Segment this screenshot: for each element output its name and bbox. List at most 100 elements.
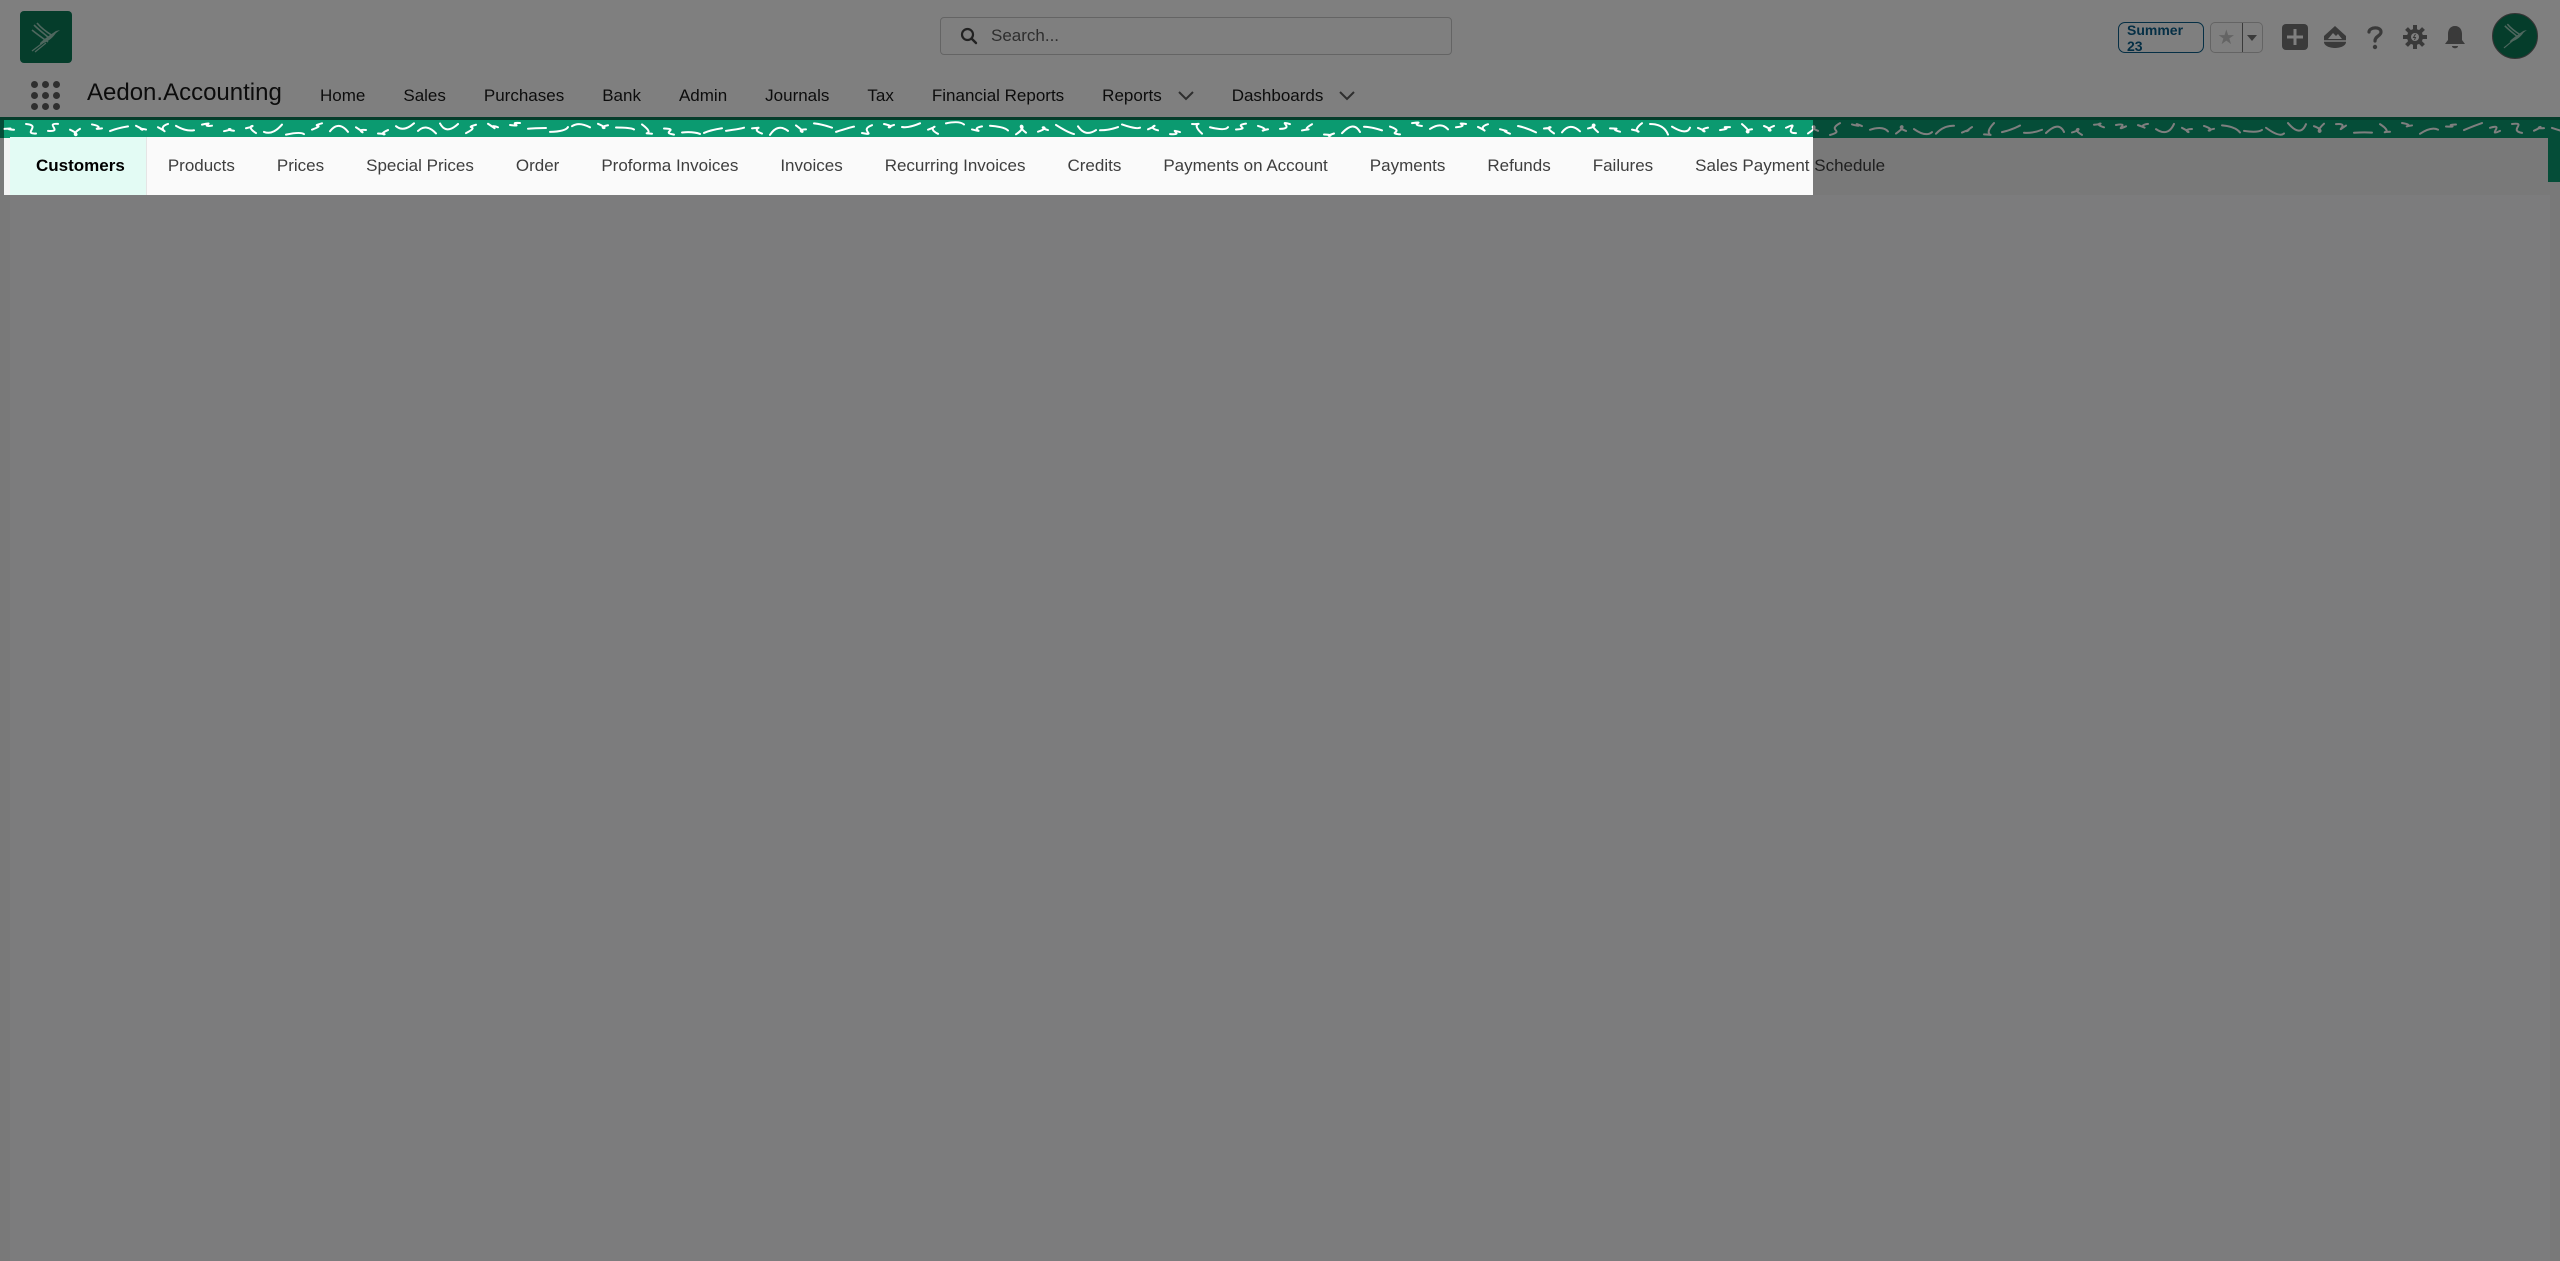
- squiggle-mark: [703, 127, 723, 134]
- squiggle-mark: [1279, 122, 1291, 130]
- squiggle-mark: [883, 123, 895, 129]
- squiggle-mark: [91, 123, 103, 130]
- squiggle-mark: [927, 125, 939, 135]
- squiggle-mark: [751, 126, 763, 135]
- squiggle-mark: [681, 131, 701, 135]
- squiggle-mark: [1517, 125, 1537, 134]
- squiggle-mark: [1389, 125, 1401, 136]
- tab-refunds[interactable]: Refunds: [1466, 137, 1571, 195]
- tab-proforma-invoices[interactable]: Proforma Invoices: [580, 137, 759, 195]
- squiggle-mark: [989, 124, 1009, 132]
- squiggle-mark: [1499, 128, 1511, 135]
- squiggle-mark: [1121, 123, 1141, 130]
- squiggle-mark: [263, 123, 283, 134]
- walkthrough-overlay-left[interactable]: [0, 120, 4, 195]
- squiggle-mark: [377, 129, 389, 136]
- tab-label: Payments on Account: [1163, 156, 1328, 175]
- tab-label: Special Prices: [366, 156, 474, 175]
- squiggle-mark: [1235, 122, 1247, 131]
- squiggle-mark: [285, 131, 305, 136]
- tab-invoices[interactable]: Invoices: [759, 137, 863, 195]
- squiggle-mark: [1671, 125, 1691, 133]
- squiggle-mark: [641, 123, 653, 135]
- squiggle-mark: [769, 126, 789, 136]
- tab-payments-on-account[interactable]: Payments on Account: [1142, 137, 1348, 195]
- squiggle-mark: [1543, 126, 1555, 135]
- squiggle-mark: [395, 122, 415, 130]
- squiggle-mark: [417, 126, 437, 135]
- tab-label: Prices: [276, 156, 325, 175]
- squiggle-mark: [1209, 126, 1229, 131]
- squiggle-mark: [813, 122, 833, 129]
- squiggle-mark: [901, 122, 921, 129]
- walkthrough-overlay-top[interactable]: [0, 0, 2560, 120]
- squiggle-mark: [1257, 124, 1269, 132]
- tab-products[interactable]: Products: [147, 137, 256, 195]
- walkthrough-overlay-right[interactable]: [1813, 120, 2560, 195]
- tab-label: Products: [167, 156, 235, 175]
- tab-credits[interactable]: Credits: [1046, 137, 1142, 195]
- squiggle-mark: [1631, 122, 1643, 133]
- squiggle-mark: [1719, 126, 1731, 132]
- squiggle-mark: [201, 122, 213, 127]
- squiggle-mark: [175, 124, 195, 132]
- tab-payments[interactable]: Payments: [1349, 137, 1467, 195]
- squiggle-mark: [25, 122, 37, 135]
- squiggle-mark: [135, 124, 147, 131]
- squiggle-mark: [311, 122, 323, 131]
- tab-label: Customers: [36, 156, 125, 175]
- squiggle-mark: [615, 126, 635, 131]
- squiggle-mark: [971, 125, 983, 132]
- squiggle-mark: [465, 123, 477, 135]
- squiggle-mark: [1411, 121, 1423, 127]
- squiggle-mark: [329, 124, 349, 133]
- squiggle-mark: [109, 125, 129, 133]
- squiggle-mark: [1341, 125, 1361, 135]
- tab-label: Recurring Invoices: [884, 156, 1026, 175]
- squiggle-mark: [245, 124, 257, 135]
- squiggle-mark: [1477, 123, 1489, 132]
- squiggle-mark: [1697, 126, 1709, 133]
- tab-label: Refunds: [1487, 156, 1551, 175]
- squiggle-mark: [1323, 132, 1335, 137]
- squiggle-mark: [487, 122, 499, 130]
- squiggle-mark: [1099, 126, 1119, 132]
- squiggle-mark: [835, 125, 855, 133]
- squiggle-mark: [1077, 125, 1097, 134]
- squiggle-mark: [1649, 123, 1669, 136]
- squiggle-mark: [1037, 126, 1049, 133]
- tab-prices[interactable]: Prices: [256, 137, 345, 195]
- squiggle-mark: [1015, 124, 1027, 136]
- squiggle-mark: [1363, 125, 1383, 132]
- tab-label: Payments: [1369, 156, 1446, 175]
- squiggle-mark: [527, 126, 547, 130]
- squiggle-mark: [663, 127, 675, 136]
- squiggle-mark: [1741, 123, 1753, 134]
- walkthrough-overlay-bottom[interactable]: [0, 195, 2560, 1261]
- squiggle-mark: [1147, 124, 1159, 132]
- squiggle-mark: [3, 127, 15, 131]
- squiggle-mark: [509, 121, 521, 127]
- squiggle-mark: [1785, 124, 1797, 135]
- squiggle-mark: [69, 127, 81, 137]
- squiggle-mark: [1169, 129, 1181, 136]
- squiggle-mark: [355, 126, 367, 134]
- tab-special-prices[interactable]: Special Prices: [345, 137, 495, 195]
- squiggle-mark: [1609, 127, 1621, 133]
- tab-failures[interactable]: Failures: [1572, 137, 1674, 195]
- squiggle-mark: [861, 124, 873, 135]
- tab-order[interactable]: Order: [495, 137, 580, 195]
- tab-label: Proforma Invoices: [601, 156, 739, 175]
- tab-customers[interactable]: Customers: [10, 137, 147, 195]
- squiggle-mark: [1455, 122, 1467, 129]
- squiggle-mark: [1561, 125, 1581, 134]
- squiggle-mark: [1191, 122, 1203, 135]
- tab-label: Order: [515, 156, 560, 175]
- squiggle-mark: [47, 122, 59, 132]
- tab-recurring-invoices[interactable]: Recurring Invoices: [864, 137, 1047, 195]
- tab-label: Failures: [1592, 156, 1654, 175]
- squiggle-mark: [1587, 123, 1599, 134]
- object-tab-bar: Customers Products Prices Special Prices…: [10, 137, 1885, 195]
- squiggle-mark: [725, 126, 745, 132]
- squiggle-mark: [157, 122, 169, 133]
